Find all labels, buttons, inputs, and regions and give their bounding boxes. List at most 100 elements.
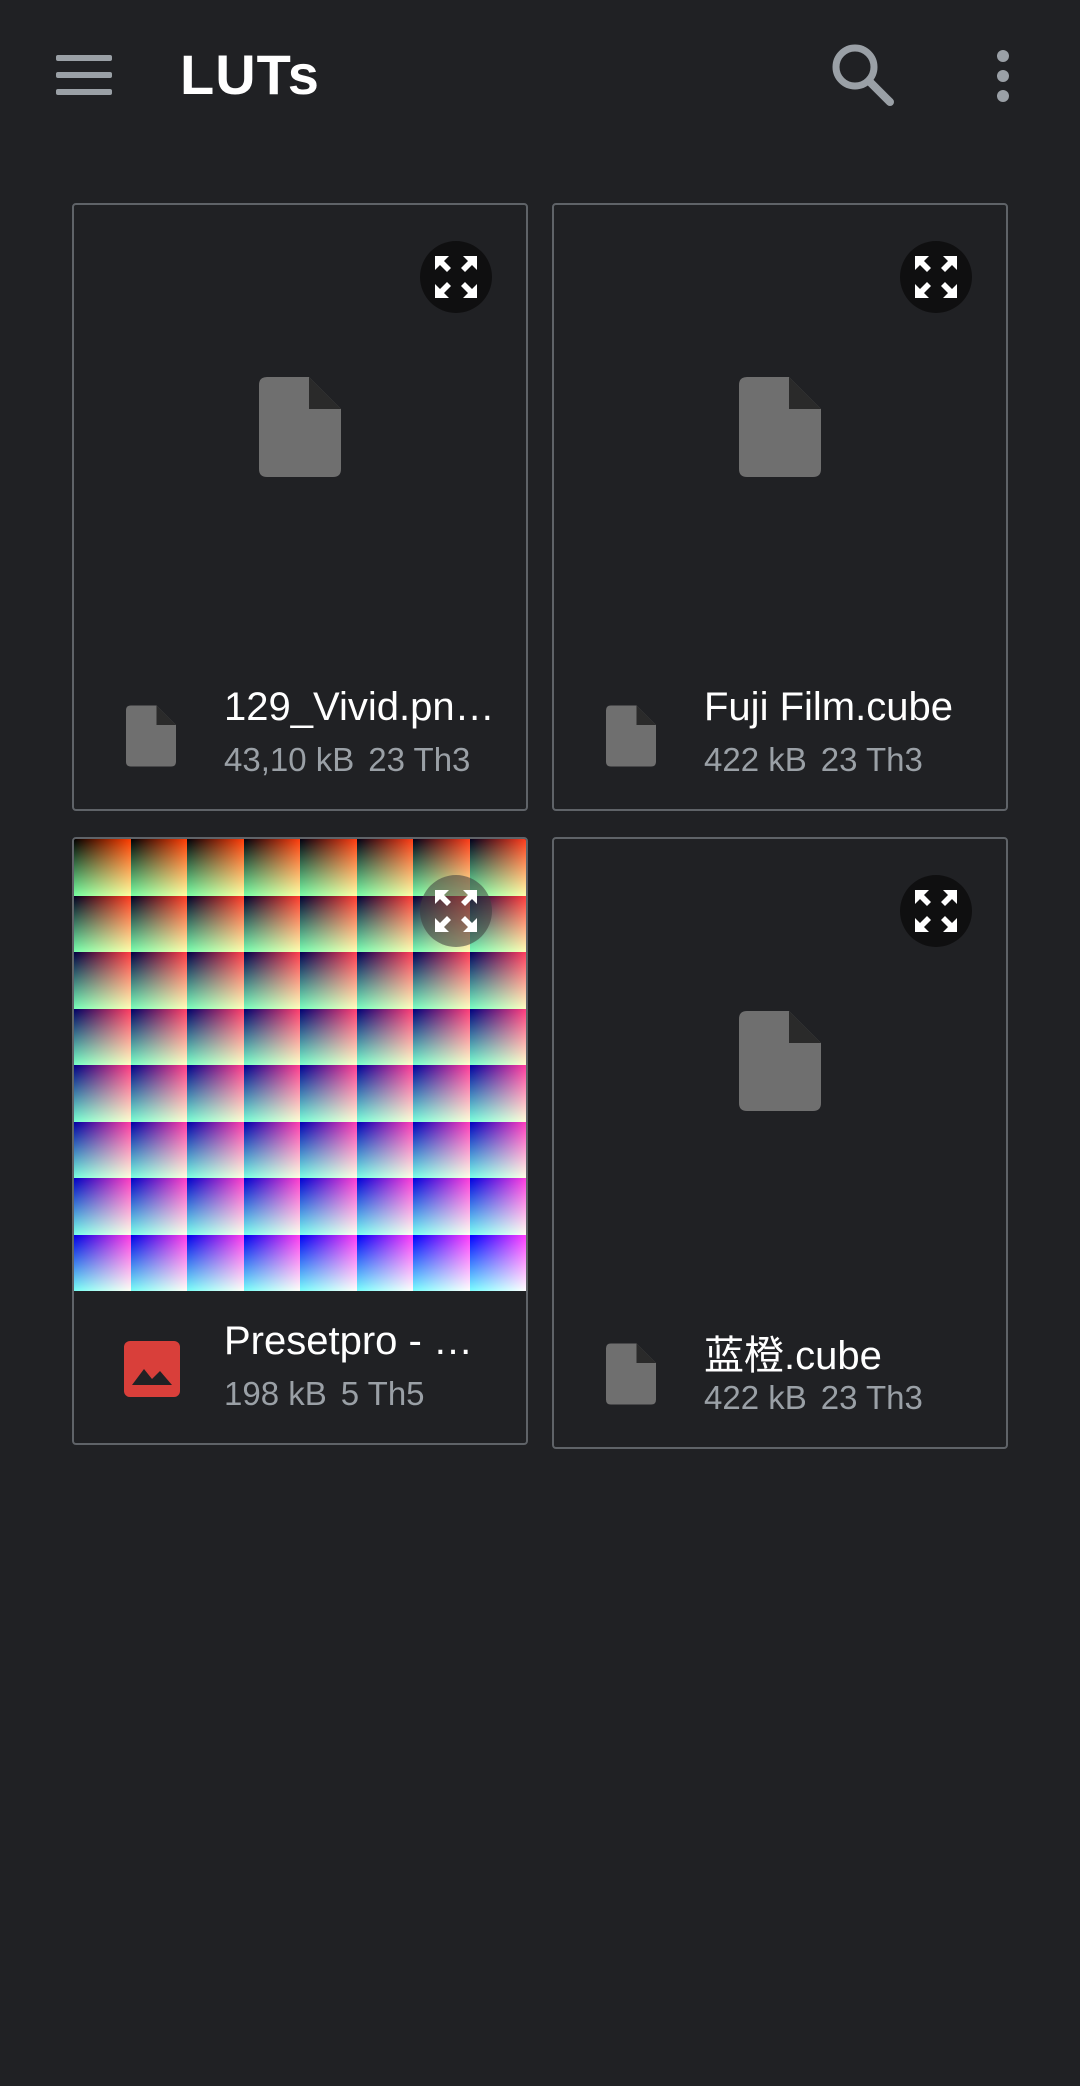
app-root: LUTs 129_Vivid.pn… 43,10 kB 23 Th3 Fuji … (0, 0, 1080, 2086)
lut-tile (130, 1234, 187, 1291)
lut-tile (243, 1178, 300, 1235)
lut-tile (413, 1065, 470, 1122)
file-size: 43,10 kB (224, 741, 355, 778)
file-size: 422 kB (704, 1379, 807, 1416)
lut-tile (300, 1008, 357, 1065)
lut-tile (469, 952, 526, 1009)
lut-tile (356, 1065, 413, 1122)
lut-tile (356, 1121, 413, 1178)
lut-tile (74, 1234, 131, 1291)
top-app-bar: LUTs (0, 0, 1080, 152)
file-name: 蓝橙.cube (704, 1334, 882, 1378)
file-date: 23 Th3 (820, 1379, 923, 1416)
expand-button[interactable] (420, 241, 492, 313)
expand-button[interactable] (420, 875, 492, 947)
file-card[interactable]: 蓝橙.cube 422 kB 23 Th3 (552, 837, 1008, 1449)
lut-tile (187, 839, 244, 896)
lut-tile (187, 1121, 244, 1178)
lut-tile (300, 1065, 357, 1122)
lut-tile (356, 1178, 413, 1235)
lut-tile (74, 895, 131, 952)
file-card[interactable]: Fuji Film.cube 422 kB 23 Th3 (552, 203, 1008, 811)
lut-tile (187, 1178, 244, 1235)
lut-tile (300, 1178, 357, 1235)
lut-tile (413, 1121, 470, 1178)
page-title: LUTs (180, 43, 320, 106)
file-info: Presetpro - … 198 kB 5 Th5 (74, 1293, 526, 1443)
lut-tile (243, 952, 300, 1009)
lut-tile (469, 1008, 526, 1065)
file-date: 5 Th5 (340, 1375, 425, 1412)
lut-tile (469, 1065, 526, 1122)
fullscreen-icon (915, 890, 957, 932)
file-date: 23 Th3 (820, 741, 923, 778)
lut-tile (469, 1178, 526, 1235)
lut-tile (413, 1234, 470, 1291)
menu-icon (56, 55, 112, 95)
lut-tile (413, 1008, 470, 1065)
lut-tile (356, 952, 413, 1009)
lut-tile (243, 1121, 300, 1178)
lut-tile (74, 839, 131, 896)
fullscreen-icon (435, 256, 477, 298)
expand-button[interactable] (900, 875, 972, 947)
lut-tile (130, 1065, 187, 1122)
file-meta: 198 kB 5 Th5 (224, 1375, 425, 1413)
file-icon (606, 1343, 656, 1405)
file-icon (126, 705, 176, 767)
lut-tile (300, 895, 357, 952)
lut-tile (130, 839, 187, 896)
file-info: 129_Vivid.pn… 43,10 kB 23 Th3 (74, 659, 526, 809)
lut-tile (74, 952, 131, 1009)
file-size: 198 kB (224, 1375, 327, 1412)
lut-tile (74, 1008, 131, 1065)
file-card[interactable]: 129_Vivid.pn… 43,10 kB 23 Th3 (72, 203, 528, 811)
file-card[interactable]: Presetpro - … 198 kB 5 Th5 (72, 837, 528, 1445)
lut-tile (356, 839, 413, 896)
lut-tile (243, 1008, 300, 1065)
file-size: 422 kB (704, 741, 807, 778)
file-icon (739, 377, 821, 477)
fullscreen-icon (915, 256, 957, 298)
file-icon (606, 705, 656, 767)
file-name: 129_Vivid.pn… (224, 685, 495, 729)
expand-button[interactable] (900, 241, 972, 313)
file-name: Presetpro - … (224, 1319, 473, 1363)
file-date: 23 Th3 (368, 741, 471, 778)
lut-tile (300, 839, 357, 896)
lut-tile (130, 1008, 187, 1065)
lut-tile (130, 895, 187, 952)
lut-tile (300, 1121, 357, 1178)
more-vert-icon (997, 50, 1009, 62)
file-icon (739, 1011, 821, 1111)
menu-button[interactable] (44, 40, 124, 110)
file-meta: 422 kB 23 Th3 (704, 1379, 923, 1417)
file-info: Fuji Film.cube 422 kB 23 Th3 (554, 659, 1006, 809)
file-name: Fuji Film.cube (704, 685, 953, 729)
lut-tile (300, 1234, 357, 1291)
lut-tile (187, 895, 244, 952)
file-icon (259, 377, 341, 477)
more-options-button[interactable] (978, 38, 1028, 114)
lut-tile (469, 1234, 526, 1291)
fullscreen-icon (435, 890, 477, 932)
lut-tile (413, 952, 470, 1009)
file-meta: 43,10 kB 23 Th3 (224, 741, 470, 779)
lut-tile (356, 1234, 413, 1291)
lut-tile (413, 1178, 470, 1235)
lut-tile (243, 1234, 300, 1291)
lut-tile (130, 1121, 187, 1178)
lut-tile (187, 1065, 244, 1122)
lut-tile (356, 895, 413, 952)
search-button[interactable] (826, 38, 902, 114)
image-icon (124, 1341, 180, 1397)
lut-tile (74, 1121, 131, 1178)
lut-tile (187, 1008, 244, 1065)
lut-tile (300, 952, 357, 1009)
lut-tile (130, 952, 187, 1009)
file-info: 蓝橙.cube 422 kB 23 Th3 (554, 1297, 1006, 1447)
lut-tile (469, 1121, 526, 1178)
lut-tile (243, 839, 300, 896)
lut-tile (74, 1065, 131, 1122)
lut-tile (187, 952, 244, 1009)
